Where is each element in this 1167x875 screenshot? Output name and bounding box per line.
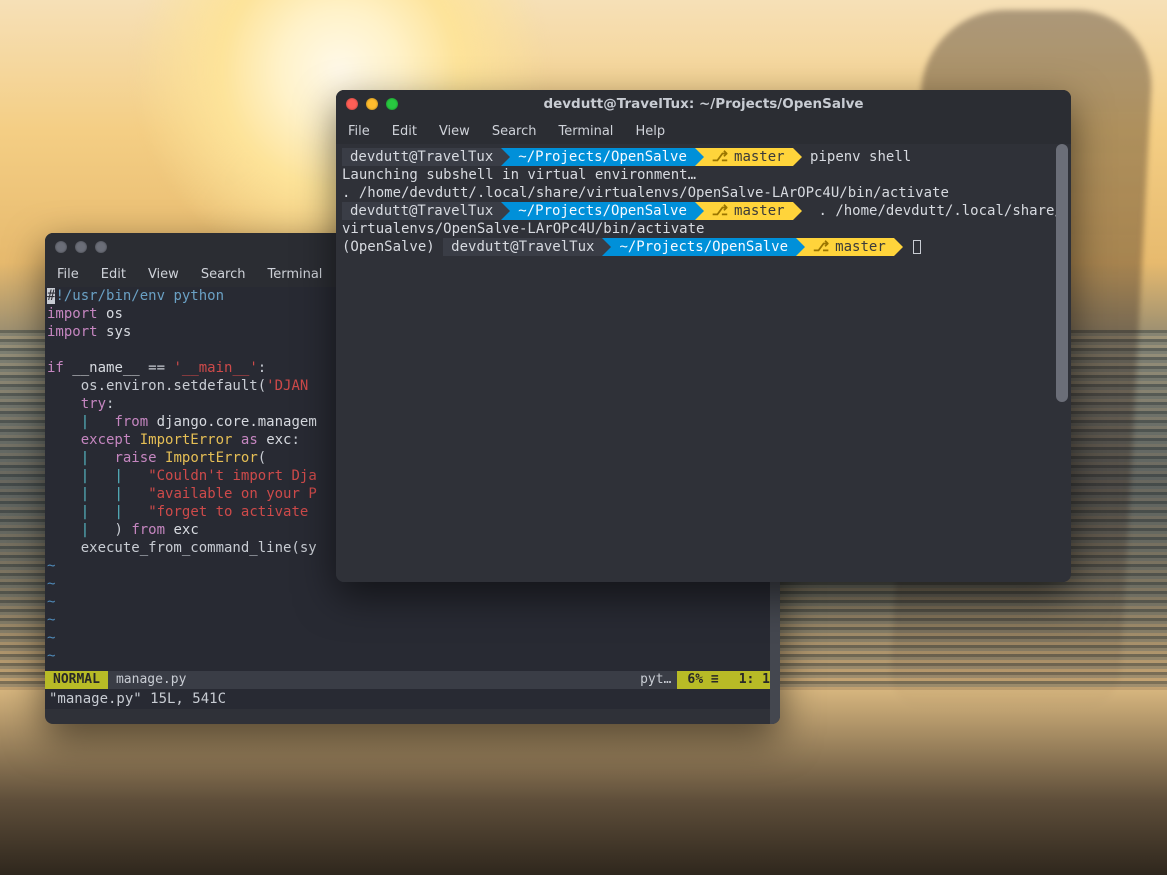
command-text: pipenv shell [810,149,911,165]
menu-edit[interactable]: Edit [101,267,126,282]
close-icon[interactable] [346,98,358,110]
prompt-segment: devdutt@TravelTux ~/Projects/OpenSalve ⎇ ma… [342,202,802,220]
menu-terminal[interactable]: Terminal [558,124,613,139]
git-branch-icon: ⎇ [813,239,829,255]
chevron-right-icon [501,202,510,220]
branch-name: master [734,149,785,165]
close-icon[interactable] [55,241,67,253]
prompt-path: ~/Projects/OpenSalve [611,238,796,256]
terminal-titlebar[interactable]: devdutt@TravelTux: ~/Projects/OpenSalve [336,90,1071,118]
cursor [913,240,921,254]
terminal-window[interactable]: devdutt@TravelTux: ~/Projects/OpenSalve … [336,90,1071,582]
chevron-right-icon [894,238,903,256]
menu-view[interactable]: View [439,124,470,139]
prompt-path: ~/Projects/OpenSalve [510,148,695,166]
prompt-segment: devdutt@TravelTux ~/Projects/OpenSalve ⎇ ma… [342,148,802,166]
scrollbar-thumb[interactable] [1056,144,1068,402]
git-branch-icon: ⎇ [712,203,728,219]
prompt-host: devdutt@TravelTux [342,148,501,166]
prompt-host: devdutt@TravelTux [443,238,602,256]
terminal-scrollbar[interactable] [1056,144,1068,574]
editor-msgbar: "manage.py" 15L, 541C [45,689,780,709]
menu-help[interactable]: Help [635,124,665,139]
minimize-icon[interactable] [366,98,378,110]
chevron-right-icon [501,148,510,166]
status-filetype: pyt… [634,671,677,689]
chevron-right-icon [793,202,802,220]
editor-statusbar: NORMAL manage.py pyt… 6% ≡ 1: 1 [45,671,780,689]
prompt-segment: devdutt@TravelTux ~/Projects/OpenSalve ⎇ ma… [443,238,903,256]
prompt-branch: ⎇ master [805,238,894,256]
menu-terminal[interactable]: Terminal [267,267,322,282]
menu-file[interactable]: File [57,267,79,282]
prompt-host: devdutt@TravelTux [342,202,501,220]
branch-name: master [734,203,785,219]
output-line: . /home/devdutt/.local/share/virtualenvs… [342,184,1065,202]
chevron-right-icon [602,238,611,256]
chevron-right-icon [695,148,704,166]
status-filename: manage.py [108,671,194,689]
terminal-menubar: File Edit View Search Terminal Help [336,118,1071,144]
prompt-path: ~/Projects/OpenSalve [510,202,695,220]
branch-name: master [835,239,886,255]
chevron-right-icon [695,202,704,220]
output-line: Launching subshell in virtual environmen… [342,166,1065,184]
maximize-icon[interactable] [95,241,107,253]
venv-label: (OpenSalve) [342,239,435,255]
maximize-icon[interactable] [386,98,398,110]
chevron-right-icon [793,148,802,166]
chevron-right-icon [796,238,805,256]
prompt-branch: ⎇ master [704,148,793,166]
traffic-lights [55,241,107,253]
menu-file[interactable]: File [348,124,370,139]
menu-edit[interactable]: Edit [392,124,417,139]
terminal-title: devdutt@TravelTux: ~/Projects/OpenSalve [336,96,1071,112]
minimize-icon[interactable] [75,241,87,253]
traffic-lights [346,98,398,110]
vim-mode: NORMAL [45,671,108,689]
git-branch-icon: ⎇ [712,149,728,165]
menu-view[interactable]: View [148,267,179,282]
status-spacer [194,671,634,689]
prompt-branch: ⎇ master [704,202,793,220]
menu-search[interactable]: Search [492,124,537,139]
status-percent: 6% ≡ [677,671,728,689]
menu-search[interactable]: Search [201,267,246,282]
terminal-content[interactable]: devdutt@TravelTux ~/Projects/OpenSalve ⎇ ma… [336,144,1071,582]
